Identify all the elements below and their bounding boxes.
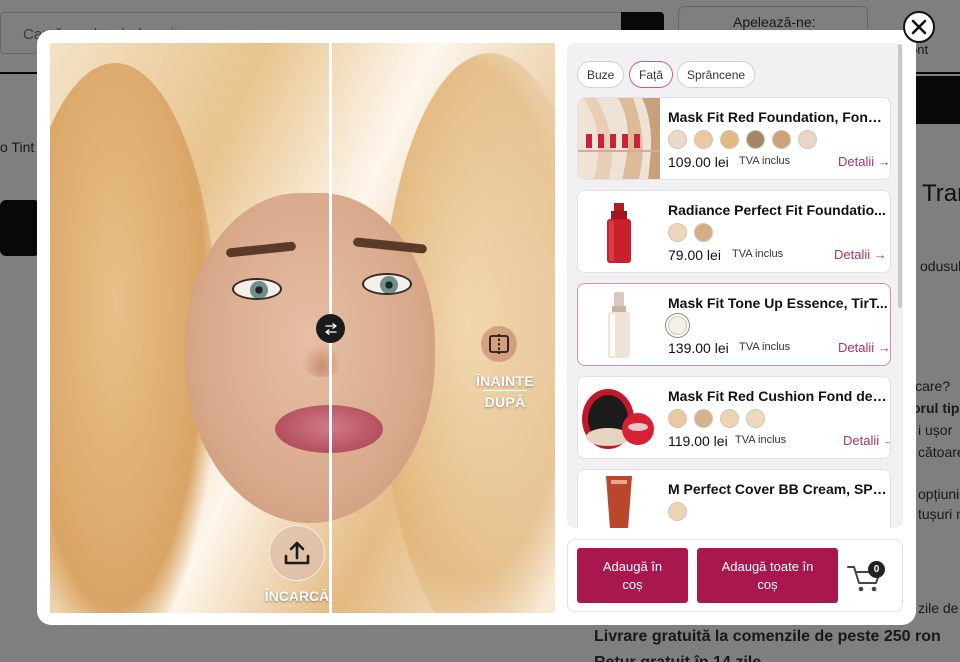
add-to-cart-button[interactable]: Adaugă în coș xyxy=(577,548,688,603)
swap-arrows-icon xyxy=(324,322,337,335)
tab-label: Față xyxy=(639,67,664,82)
close-button[interactable] xyxy=(903,11,935,43)
tab-fata[interactable]: Față xyxy=(629,61,674,88)
vat-note: TVA inclus xyxy=(739,155,791,167)
product-name: Mask Fit Red Foundation, Fond ... xyxy=(668,109,890,125)
photo-eye-right xyxy=(362,273,412,295)
shade-swatch[interactable] xyxy=(798,130,817,149)
divider-handle[interactable] xyxy=(316,314,345,343)
product-price: 109.00 lei xyxy=(668,154,729,170)
tab-sprancene[interactable]: Sprâncene xyxy=(677,61,756,88)
shade-swatches xyxy=(668,130,817,149)
product-price: 119.00 lei xyxy=(668,433,728,449)
photo-eye-left xyxy=(232,278,282,300)
shade-swatches xyxy=(668,502,687,521)
close-icon xyxy=(911,19,927,35)
vat-note: TVA inclus xyxy=(732,248,784,260)
details-link[interactable]: Detalii → xyxy=(838,154,890,169)
upload-label: ÎNCARCĂ xyxy=(264,588,330,604)
tab-label: Sprâncene xyxy=(687,67,746,82)
upload-icon xyxy=(284,541,310,565)
after-label: DUPĂ xyxy=(484,394,526,410)
add-all-to-cart-button[interactable]: Adaugă toate în coș xyxy=(697,548,838,603)
product-name: Mask Fit Tone Up Essence, TirT... xyxy=(668,295,888,311)
shade-swatch[interactable] xyxy=(668,409,687,428)
shade-swatch[interactable] xyxy=(746,409,765,428)
cart-count-badge: 0 xyxy=(868,561,885,578)
product-card[interactable]: Radiance Perfect Fit Foundatio... 79.00 … xyxy=(577,190,891,273)
product-image xyxy=(578,191,660,272)
panel-scrollbar[interactable] xyxy=(898,44,902,308)
details-link[interactable]: Detalii → xyxy=(834,247,887,262)
product-card[interactable]: M Perfect Cover BB Cream, SPF ... xyxy=(577,469,891,528)
product-price: 139.00 lei xyxy=(668,340,729,356)
shade-swatch[interactable] xyxy=(668,223,687,242)
product-image xyxy=(578,98,660,179)
product-price: 79.00 lei xyxy=(668,247,721,263)
shade-swatches xyxy=(668,409,765,428)
product-name: Radiance Perfect Fit Foundatio... xyxy=(668,202,886,218)
shade-swatches xyxy=(668,316,687,335)
shade-swatch[interactable] xyxy=(720,130,739,149)
shade-swatch[interactable] xyxy=(772,130,791,149)
shade-swatch[interactable] xyxy=(668,502,687,521)
split-view-icon xyxy=(489,334,509,354)
product-image xyxy=(578,470,660,528)
before-after-separator xyxy=(483,390,527,391)
try-on-photo[interactable]: ÎNAINTE DUPĂ ÎNCARCĂ xyxy=(50,43,555,613)
product-name: Mask Fit Red Cushion Fond de T... xyxy=(668,388,890,404)
shade-swatch[interactable] xyxy=(668,130,687,149)
vat-note: TVA inclus xyxy=(739,341,791,353)
product-image xyxy=(578,377,660,458)
shade-swatch[interactable] xyxy=(694,130,713,149)
details-link[interactable]: Detalii → xyxy=(838,340,890,355)
product-card[interactable]: Mask Fit Red Foundation, Fond ... 109.00… xyxy=(577,97,891,180)
photo-nose xyxy=(302,343,342,377)
shade-swatches xyxy=(668,223,713,242)
product-card[interactable]: Mask Fit Tone Up Essence, TirT... 139.00… xyxy=(577,283,891,366)
tab-label: Buze xyxy=(587,67,615,82)
shade-swatch[interactable] xyxy=(694,409,713,428)
vat-note: TVA inclus xyxy=(735,434,787,446)
shade-swatch[interactable] xyxy=(746,130,765,149)
shade-swatch[interactable] xyxy=(720,409,739,428)
before-after-toggle[interactable] xyxy=(481,326,517,362)
upload-button[interactable] xyxy=(269,525,325,581)
details-link[interactable]: Detalii → xyxy=(843,433,890,448)
product-name: M Perfect Cover BB Cream, SPF ... xyxy=(668,481,890,497)
tab-buze[interactable]: Buze xyxy=(577,61,625,88)
shade-swatch[interactable] xyxy=(694,223,713,242)
product-card[interactable]: Mask Fit Red Cushion Fond de T... 119.00… xyxy=(577,376,891,459)
before-label: ÎNAINTE xyxy=(475,373,535,389)
shade-swatch[interactable] xyxy=(668,316,687,335)
product-image xyxy=(578,284,660,365)
